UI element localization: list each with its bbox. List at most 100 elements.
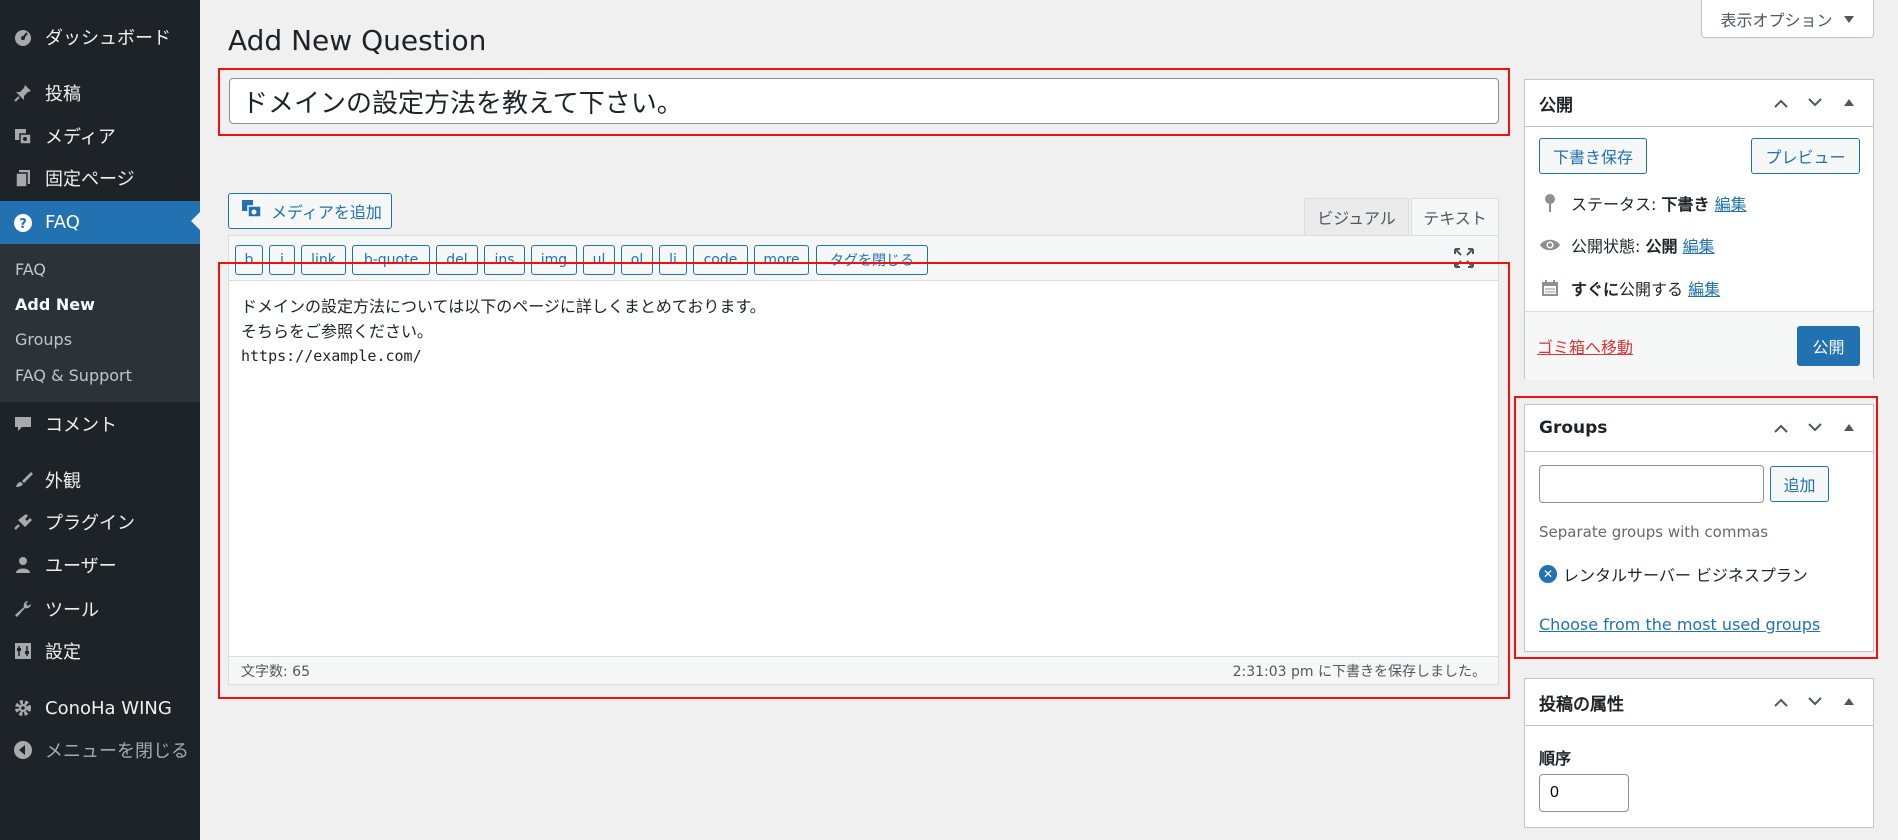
sidebar-item-tools[interactable]: ツール: [0, 589, 200, 629]
page-attributes-box: 投稿の属性 順序: [1524, 678, 1874, 828]
sidebar-item-dashboard[interactable]: ダッシュボード: [0, 17, 200, 57]
sidebar-item-posts[interactable]: 投稿: [0, 73, 200, 113]
quicktag-button[interactable]: ins: [484, 245, 525, 275]
editor: b i link b-quote del ins img ul ol li co…: [228, 235, 1499, 685]
dashboard-icon: [12, 26, 34, 48]
sidebar-item-media[interactable]: メディア: [0, 116, 200, 156]
toggle-caret-icon[interactable]: [1839, 692, 1859, 712]
sidebar-label: コメント: [45, 415, 117, 436]
save-draft-button[interactable]: 下書き保存: [1539, 138, 1647, 174]
add-media-label: メディアを追加: [271, 203, 382, 222]
visibility-value: 公開: [1645, 237, 1678, 256]
quicktag-button[interactable]: li: [659, 245, 687, 275]
visibility-row: 公開状態: 公開 編集: [1539, 233, 1715, 257]
submenu-item-groups[interactable]: Groups: [15, 330, 72, 349]
remove-tag-icon[interactable]: ✕: [1539, 565, 1557, 583]
sidebar-item-settings[interactable]: 設定: [0, 631, 200, 671]
chevron-down-icon[interactable]: [1805, 93, 1825, 113]
sidebar-label: プラグイン: [45, 513, 135, 534]
order-input[interactable]: [1539, 774, 1629, 812]
preview-button[interactable]: プレビュー: [1751, 138, 1860, 174]
status-row: ステータス: 下書き 編集: [1539, 191, 1747, 215]
visibility-label: 公開状態:: [1571, 237, 1641, 256]
groups-hint: Separate groups with commas: [1539, 523, 1769, 541]
editor-status-bar: 文字数: 65 2:31:03 pm に下書きを保存しました。: [229, 656, 1498, 684]
sidebar-item-users[interactable]: ユーザー: [0, 545, 200, 585]
group-tag-label: レンタルサーバー ビジネスプラン: [1563, 566, 1808, 585]
chevron-up-icon[interactable]: [1771, 93, 1791, 113]
svg-text:?: ?: [19, 217, 27, 232]
fullscreen-icon[interactable]: [1452, 246, 1476, 270]
admin-sidebar: ダッシュボード 投稿 メディア 固定ページ ? FAQ FAQ Add New …: [0, 0, 200, 840]
add-media-button[interactable]: メディアを追加: [228, 193, 392, 229]
chevron-down-icon[interactable]: [1805, 418, 1825, 438]
sidebar-label: ConoHa WING: [45, 697, 172, 719]
submenu-item-faq[interactable]: FAQ: [15, 260, 46, 279]
edit-schedule-link[interactable]: 編集: [1688, 280, 1720, 299]
sidebar-item-pages[interactable]: 固定ページ: [0, 158, 200, 198]
sidebar-label: 設定: [45, 642, 81, 663]
quicktag-button[interactable]: タグを閉じる: [816, 245, 928, 275]
screen-options-button[interactable]: 表示オプション: [1701, 0, 1874, 38]
new-group-input[interactable]: [1539, 465, 1764, 503]
chevron-down-icon[interactable]: [1805, 692, 1825, 712]
sidebar-label: メニューを閉じる: [45, 741, 189, 762]
quicktag-button[interactable]: code: [693, 245, 748, 275]
quicktag-button[interactable]: more: [754, 245, 809, 275]
publish-actions: ゴミ箱へ移動 公開: [1525, 311, 1873, 380]
attributes-box-header: 投稿の属性: [1525, 679, 1873, 726]
submenu-item-faq-support[interactable]: FAQ & Support: [15, 366, 132, 385]
sidebar-item-comments[interactable]: コメント: [0, 404, 200, 444]
toggle-caret-icon[interactable]: [1839, 418, 1859, 438]
schedule-bold: すぐに: [1571, 280, 1620, 299]
comment-icon: [12, 413, 34, 435]
toggle-caret-icon[interactable]: [1839, 93, 1859, 113]
quicktag-button[interactable]: ul: [583, 245, 615, 275]
quicktag-button[interactable]: b: [235, 245, 263, 275]
sidebar-item-appearance[interactable]: 外観: [0, 460, 200, 500]
plugin-icon: [12, 511, 34, 533]
content-line: ドメインの設定方法については以下のページに詳しくまとめております。: [241, 297, 766, 316]
chevron-up-icon[interactable]: [1771, 418, 1791, 438]
edit-status-link[interactable]: 編集: [1715, 195, 1747, 214]
pin-icon: [1539, 192, 1561, 214]
quicktag-button[interactable]: link: [301, 245, 346, 275]
sidebar-item-faq[interactable]: ? FAQ: [0, 201, 200, 244]
sidebar-label: 固定ページ: [45, 169, 135, 190]
group-tag: ✕ レンタルサーバー ビジネスプラン: [1539, 562, 1808, 586]
move-to-trash-link[interactable]: ゴミ箱へ移動: [1537, 334, 1633, 358]
quicktags-toolbar: b i link b-quote del ins img ul ol li co…: [229, 236, 1498, 281]
quicktag-button[interactable]: b-quote: [352, 245, 430, 275]
add-group-button[interactable]: 追加: [1770, 466, 1829, 502]
publish-button[interactable]: 公開: [1797, 326, 1860, 366]
submenu-item-add-new[interactable]: Add New: [15, 295, 95, 314]
schedule-row: すぐに公開する 編集: [1539, 276, 1720, 300]
sidebar-label: メディア: [45, 127, 116, 148]
order-label: 順序: [1539, 749, 1572, 768]
word-count: 文字数: 65: [241, 663, 310, 680]
collapse-arrow-icon: [12, 739, 34, 761]
editor-content[interactable]: ドメインの設定方法については以下のページに詳しくまとめております。 そちらをご参照…: [241, 294, 766, 369]
pages-icon: [12, 167, 34, 189]
groups-box-title: Groups: [1539, 418, 1608, 438]
quicktag-button[interactable]: del: [436, 245, 478, 275]
tab-text[interactable]: テキスト: [1411, 198, 1499, 235]
chevron-up-icon[interactable]: [1771, 692, 1791, 712]
pin-icon: [12, 82, 34, 104]
quicktag-button[interactable]: img: [531, 245, 577, 275]
post-title-input[interactable]: [229, 78, 1499, 124]
gear-icon: [12, 697, 34, 719]
most-used-groups-link[interactable]: Choose from the most used groups: [1539, 615, 1820, 634]
status-value: 下書き: [1661, 195, 1710, 214]
schedule-text: 公開する: [1619, 280, 1684, 299]
edit-visibility-link[interactable]: 編集: [1683, 237, 1715, 256]
collapse-menu-button[interactable]: メニューを閉じる: [0, 730, 200, 770]
sidebar-item-conoha-wing[interactable]: ConoHa WING: [0, 688, 200, 728]
tab-visual[interactable]: ビジュアル: [1304, 198, 1409, 235]
groups-box-header: Groups: [1525, 405, 1873, 452]
publish-box-header: 公開: [1525, 80, 1873, 127]
sidebar-item-plugins[interactable]: プラグイン: [0, 502, 200, 542]
quicktag-button[interactable]: i: [269, 245, 295, 275]
quicktag-button[interactable]: ol: [621, 245, 653, 275]
wrench-icon: [12, 598, 34, 620]
